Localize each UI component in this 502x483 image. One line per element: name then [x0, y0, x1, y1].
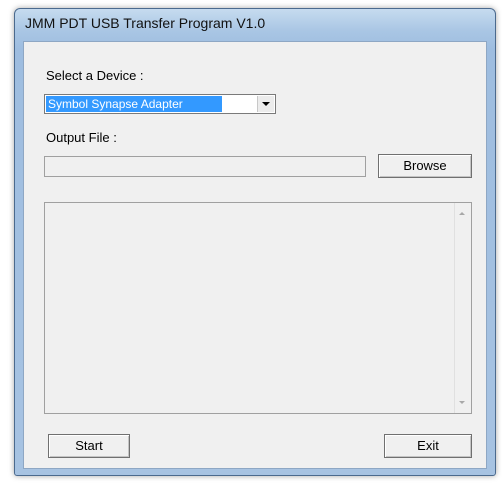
- device-select-value: Symbol Synapse Adapter: [46, 96, 222, 112]
- log-textarea[interactable]: [44, 202, 472, 414]
- output-file-label: Output File :: [46, 130, 117, 145]
- output-file-field[interactable]: [44, 156, 366, 177]
- device-label: Select a Device :: [46, 68, 144, 83]
- exit-button[interactable]: Exit: [384, 434, 472, 458]
- browse-button[interactable]: Browse: [378, 154, 472, 178]
- chevron-down-icon: [262, 102, 270, 106]
- device-dropdown-button[interactable]: [257, 96, 274, 112]
- log-scrollbar[interactable]: [454, 203, 471, 413]
- client-area: Select a Device : Symbol Synapse Adapter…: [23, 41, 487, 469]
- title-bar[interactable]: JMM PDT USB Transfer Program V1.0: [15, 9, 495, 41]
- device-select[interactable]: Symbol Synapse Adapter: [44, 94, 276, 114]
- scroll-up-arrow-icon[interactable]: [459, 212, 465, 215]
- window-title: JMM PDT USB Transfer Program V1.0: [25, 15, 266, 31]
- scroll-down-arrow-icon[interactable]: [459, 401, 465, 404]
- app-window: JMM PDT USB Transfer Program V1.0 Select…: [14, 8, 496, 476]
- start-button[interactable]: Start: [48, 434, 130, 458]
